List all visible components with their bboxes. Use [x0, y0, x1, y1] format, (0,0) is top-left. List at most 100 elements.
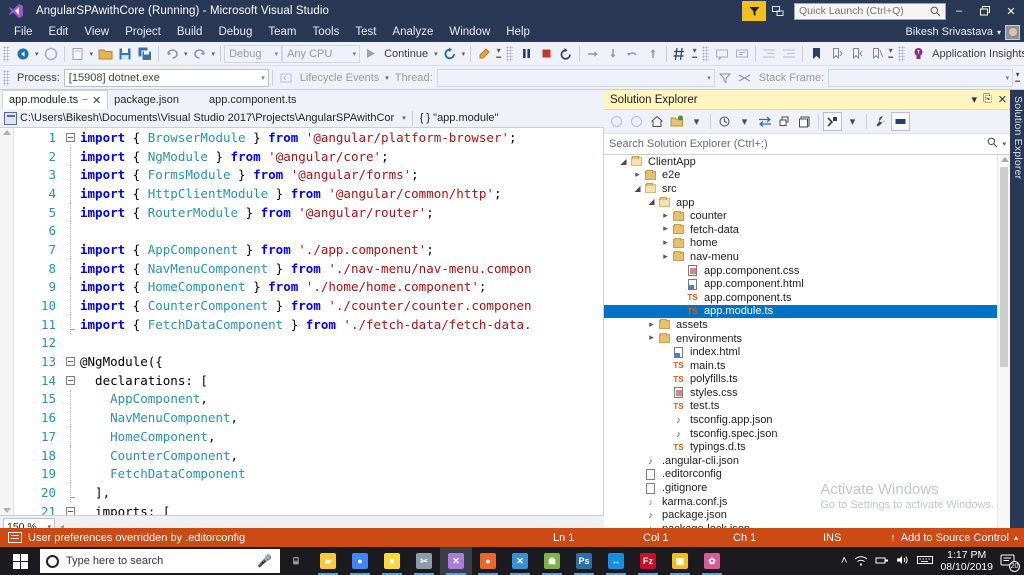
stack-frame-select[interactable]: ▾	[828, 68, 1014, 87]
restart-debug-icon[interactable]	[556, 44, 576, 64]
close-icon[interactable]: ✕	[92, 94, 101, 107]
taskbar-search-input[interactable]: Type here to search 🎤	[40, 549, 280, 573]
menu-test[interactable]: Test	[347, 24, 384, 40]
taskbar-app-photoshop[interactable]: Ps	[568, 547, 600, 575]
tab-app-module-ts[interactable]: app.module.ts − ✕	[2, 90, 109, 109]
code-line[interactable]: 18 CounterComponent,	[14, 445, 603, 465]
next-bookmark-icon[interactable]	[846, 44, 866, 64]
tree-item[interactable]: app.component.css	[604, 264, 997, 278]
fold-marker[interactable]	[62, 277, 78, 297]
tree-item[interactable]: ♪ karma.conf.js	[604, 495, 997, 509]
expander-icon[interactable]	[660, 236, 671, 251]
flag-threads-icon[interactable]	[735, 68, 755, 88]
code-line[interactable]: 4 import { HttpClientModule } from '@angu…	[14, 184, 603, 203]
fold-marker[interactable]	[62, 427, 78, 446]
notification-center-icon[interactable]: 20	[1000, 553, 1020, 572]
break-all-icon[interactable]	[516, 44, 536, 64]
toolbar-grip[interactable]	[3, 45, 10, 62]
fold-marker[interactable]	[62, 371, 78, 390]
solution-explorer-vertical-tab[interactable]: Solution Explorer	[1010, 90, 1024, 537]
redo-caret-icon[interactable]: ▾	[210, 50, 218, 58]
code-line[interactable]: 11 import { FetchDataComponent } from './…	[14, 314, 603, 334]
lifecycle-events-caret-icon[interactable]: ▾	[383, 74, 391, 82]
expander-icon[interactable]	[660, 250, 671, 265]
search-options-caret-icon[interactable]: ▾	[1002, 140, 1006, 148]
tree-item[interactable]: .editorconfig	[604, 468, 997, 482]
tree-item[interactable]: app.component.html	[604, 277, 997, 291]
taskbar-app-visual-studio[interactable]: ✕	[440, 547, 472, 575]
previous-bookmark-icon[interactable]	[826, 44, 846, 64]
chevron-down-icon[interactable]: ▾	[402, 114, 406, 122]
step-out-icon[interactable]	[623, 44, 643, 64]
taskbar-clock[interactable]: 1:17 PM 08/10/2019	[940, 549, 993, 573]
lifecycle-events-icon[interactable]	[276, 68, 296, 88]
open-file-icon[interactable]	[95, 44, 115, 64]
show-hidden-icons-icon[interactable]: ˄	[841, 555, 847, 567]
solution-configuration-select[interactable]: Debug ▾	[224, 44, 283, 63]
menu-edit[interactable]: Edit	[41, 24, 77, 40]
toolbar-overflow-icon[interactable]: ▾ ━	[494, 46, 503, 61]
toggle-bookmark-icon[interactable]	[806, 44, 826, 64]
preview-selected-items-icon[interactable]	[891, 112, 910, 131]
menu-project[interactable]: Project	[117, 24, 169, 40]
code-line[interactable]: 19 FetchDataComponent	[14, 464, 603, 484]
taskbar-app-firefox[interactable]: ●	[472, 547, 504, 575]
taskbar-app-image-viewer[interactable]: ☗	[536, 547, 568, 575]
toolbar-overflow-icon[interactable]: ▾ ━	[886, 46, 895, 61]
toolbar-grip[interactable]	[3, 69, 10, 86]
menu-debug[interactable]: Debug	[210, 24, 260, 40]
toolbar-overflow-icon[interactable]: ▾ ━	[690, 46, 699, 61]
scroll-down-icon[interactable]	[3, 508, 11, 513]
menu-tools[interactable]: Tools	[304, 24, 347, 40]
expander-icon[interactable]	[632, 168, 643, 183]
step-up-icon[interactable]	[643, 44, 663, 64]
code-line[interactable]: 7 import { AppComponent } from './app.com…	[14, 240, 603, 259]
fold-marker[interactable]	[62, 314, 78, 334]
fold-marker[interactable]	[62, 483, 78, 502]
menu-team[interactable]: Team	[260, 24, 304, 40]
taskbar-app-file-explorer[interactable]: ▰	[312, 547, 344, 575]
tree-item[interactable]: index.html	[604, 345, 997, 359]
navigate-forward-icon[interactable]	[41, 44, 61, 64]
maximize-restore-button[interactable]	[972, 0, 998, 22]
network-icon[interactable]	[875, 554, 889, 569]
fold-marker[interactable]	[62, 184, 78, 203]
search-icon[interactable]	[987, 137, 998, 151]
code-line[interactable]: 15 AppComponent,	[14, 389, 603, 409]
tree-item[interactable]: ♪ package.json	[604, 508, 997, 522]
new-project-caret-icon[interactable]: ▾	[88, 50, 96, 58]
line-numbers-icon[interactable]	[670, 44, 690, 64]
tree-item[interactable]: ♪ .angular-cli.json	[604, 454, 997, 468]
thread-select[interactable]: ▾	[436, 68, 715, 87]
increase-indent-icon[interactable]	[779, 44, 799, 64]
attach-to-process-icon[interactable]	[474, 44, 494, 64]
collapse-icon[interactable]	[65, 375, 75, 385]
navigate-backward-caret-icon[interactable]: ▾	[33, 50, 41, 58]
menu-window[interactable]: Window	[441, 24, 498, 40]
expander-icon[interactable]	[660, 209, 671, 224]
code-line[interactable]: 16 NavMenuComponent,	[14, 408, 603, 427]
send-feedback-icon[interactable]	[766, 1, 790, 21]
taskbar-app-teamviewer[interactable]: ↔	[600, 547, 632, 575]
navigate-backward-icon[interactable]	[13, 44, 33, 64]
solution-explorer-tree[interactable]: ClientAppe2esrcappcounterfetch-datahomen…	[604, 155, 1010, 537]
collapse-all-icon[interactable]	[795, 112, 814, 131]
code-line[interactable]: 12	[14, 334, 603, 353]
code-line[interactable]: 3 import { FormsModule } from '@angular/f…	[14, 165, 603, 185]
pending-changes-icon[interactable]	[715, 112, 734, 131]
tree-item[interactable]: TS typings.d.ts	[604, 440, 997, 454]
expander-icon[interactable]	[646, 331, 657, 346]
pending-caret-icon[interactable]: ▾	[735, 112, 754, 131]
code-line[interactable]: 2 import { NgModule } from '@angular/core…	[14, 146, 603, 166]
taskbar-app-sticky-notes[interactable]: ■	[376, 547, 408, 575]
refresh-icon[interactable]	[775, 112, 794, 131]
show-all-files-icon[interactable]	[823, 112, 842, 131]
start-button[interactable]	[0, 547, 40, 575]
collapse-icon[interactable]	[65, 132, 75, 142]
close-icon[interactable]: ✕	[998, 93, 1007, 106]
tree-item[interactable]: fetch-data	[604, 223, 997, 237]
code-line[interactable]: 14 declarations: [	[14, 371, 603, 390]
undo-icon[interactable]	[162, 44, 182, 64]
menu-build[interactable]: Build	[169, 24, 211, 40]
application-insights-icon[interactable]	[908, 44, 928, 64]
